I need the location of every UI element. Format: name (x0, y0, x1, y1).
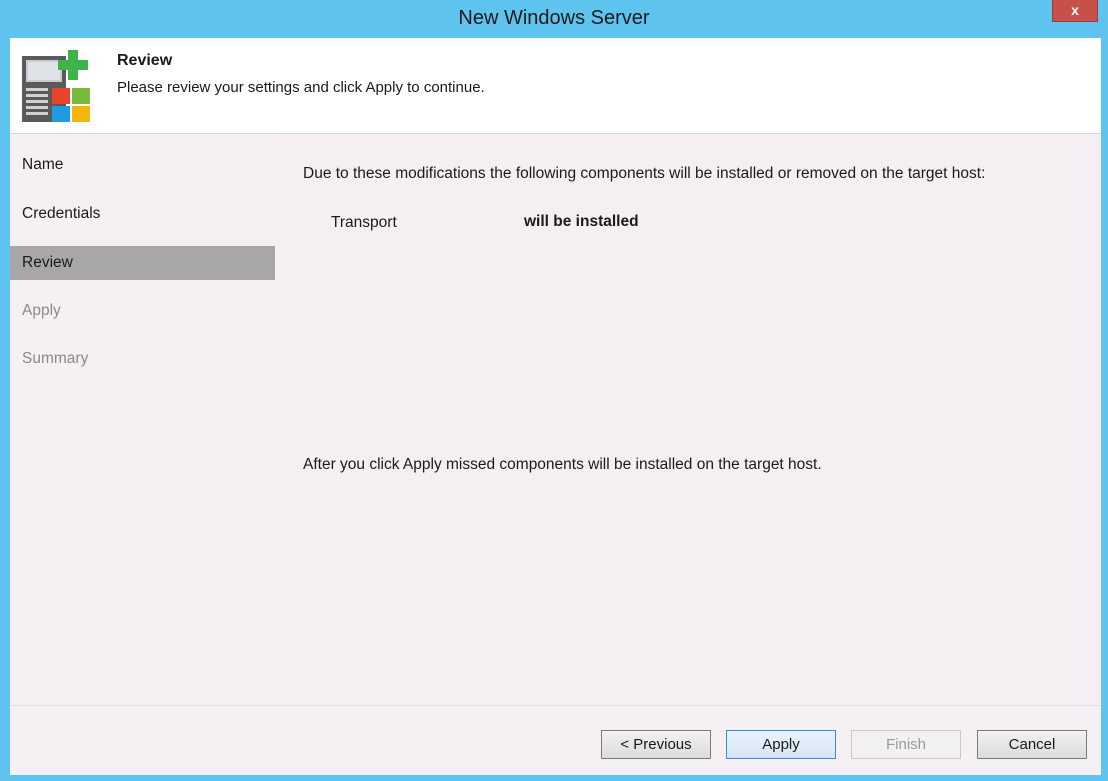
wizard-window: New Windows Server x Review Please revie… (0, 0, 1108, 781)
window-title: New Windows Server (458, 7, 650, 29)
apply-button[interactable]: Apply (726, 730, 836, 759)
sidebar-item-apply[interactable]: Apply (10, 294, 275, 328)
component-name: Transport (331, 214, 397, 231)
server-add-windows-icon (22, 50, 90, 122)
sidebar-item-summary[interactable]: Summary (10, 342, 275, 376)
title-bar[interactable]: New Windows Server x (0, 0, 1108, 38)
components-intro-text: Due to these modifications the following… (303, 165, 986, 182)
cancel-button[interactable]: Cancel (977, 730, 1087, 759)
page-title: Review (117, 52, 173, 69)
previous-button[interactable]: < Previous (601, 730, 711, 759)
close-button[interactable]: x (1052, 0, 1098, 22)
component-status: will be installed (524, 213, 639, 230)
review-content-panel: Due to these modifications the following… (276, 134, 1101, 705)
finish-button[interactable]: Finish (851, 730, 961, 759)
sidebar-item-review[interactable]: Review (10, 246, 275, 280)
sidebar-item-credentials[interactable]: Credentials (10, 197, 275, 231)
wizard-client-area: Review Please review your settings and c… (10, 38, 1101, 775)
page-subtitle: Please review your settings and click Ap… (117, 79, 485, 96)
apply-note-text: After you click Apply missed components … (303, 456, 822, 473)
wizard-footer: < Previous Apply Finish Cancel (10, 705, 1101, 775)
wizard-header: Review Please review your settings and c… (10, 38, 1101, 134)
wizard-steps-sidebar: Name Credentials Review Apply Summary (10, 134, 275, 705)
sidebar-item-name[interactable]: Name (10, 148, 275, 182)
